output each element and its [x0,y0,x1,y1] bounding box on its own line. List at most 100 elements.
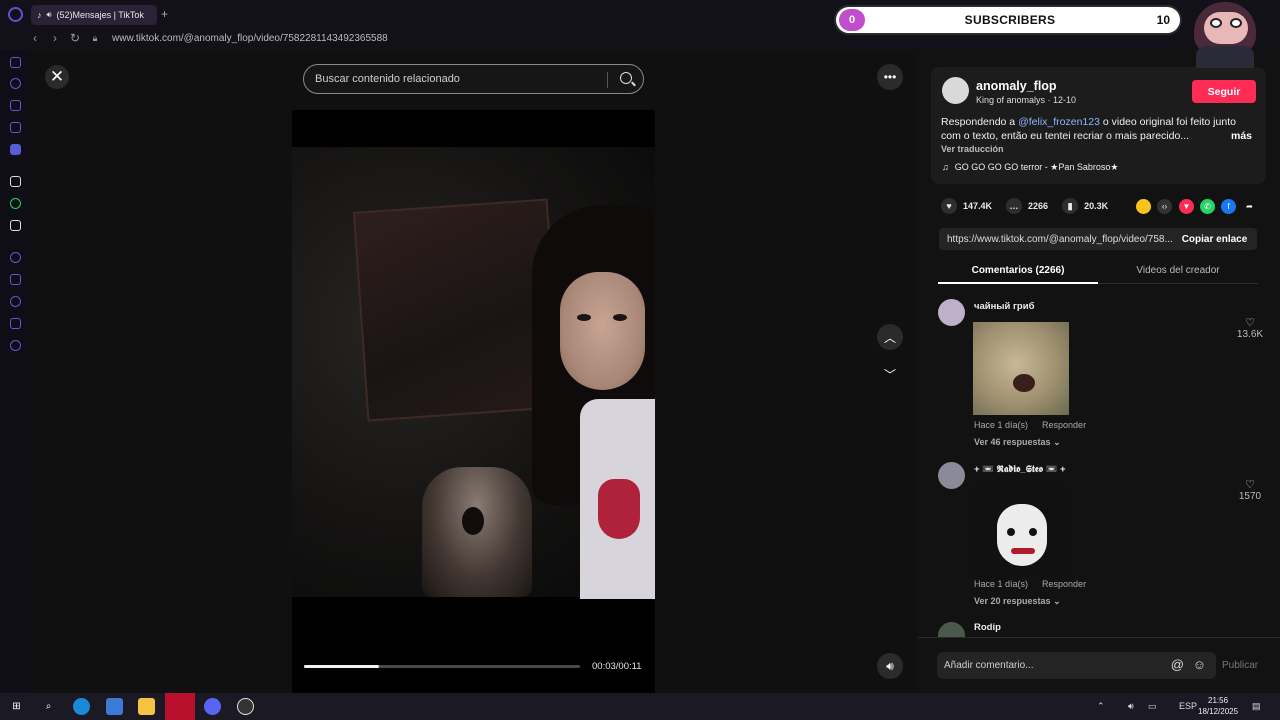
more-link[interactable]: más [1231,130,1252,142]
sidebar-whatsapp-icon[interactable] [10,198,21,209]
like-icon[interactable]: ♥ [941,198,957,214]
comment-author[interactable]: Rodip [974,622,1001,633]
tab-comments[interactable]: Comentarios (2266) [938,262,1098,284]
heart-icon: ♡ [1245,317,1255,329]
tray-language[interactable]: ESP [1179,701,1197,711]
video-figure-ghost [422,467,532,597]
video-figure-eye [613,314,627,321]
comment-count: 2266 [1028,201,1049,211]
comment-like[interactable]: ♡ 13.6K [1230,316,1270,340]
notification-icon[interactable]: ▤ [1252,701,1261,712]
sidebar-extension-icon[interactable] [10,318,21,329]
post-stats: ♥ 147.4K … 2266 ▮ 20.3K [941,198,1108,214]
video-player[interactable] [292,110,655,693]
translate-link[interactable]: Ver traducción [941,144,1004,154]
bookmark-icon[interactable]: ▮ [1062,198,1079,214]
comment-author[interactable]: чайный гриб [974,301,1034,312]
music-title: GO GO GO GO terror - ★Pan Sabroso★ [954,162,1119,172]
edge-browser-icon[interactable] [73,698,90,715]
sidebar-notes-icon[interactable] [10,122,21,133]
sidebar-x-icon[interactable] [10,220,21,231]
previous-video-icon[interactable]: ︿ [877,324,903,350]
comment-avatar[interactable] [938,462,965,489]
forward-icon[interactable]: › [50,31,60,45]
url-text[interactable]: www.tiktok.com/@anomaly_flop/video/75822… [112,33,388,44]
search-divider [607,72,608,88]
comment-like[interactable]: ♡ 1570 [1230,478,1270,502]
search-icon[interactable] [620,72,632,84]
reply-button[interactable]: Responder [1042,420,1086,430]
file-explorer-icon[interactable] [138,698,155,715]
sidebar-tiktok-icon[interactable] [10,176,21,187]
comment-image[interactable] [973,322,1069,415]
reload-icon[interactable]: ↻ [70,31,80,45]
mention-icon[interactable]: @ [1171,657,1184,672]
obs-icon[interactable] [237,698,254,715]
sidebar-panel-icon[interactable] [10,57,21,68]
streamer-avatar-overlay [1186,0,1262,70]
windows-start-icon[interactable]: ⊞ [8,698,25,715]
address-bar[interactable]: ‹ › ↻ 🔒︎ www.tiktok.com/@anomaly_flop/vi… [30,29,388,47]
reply-button[interactable]: Responder [1042,579,1086,589]
mention-link[interactable]: @felix_frozen123 [1018,116,1100,128]
comment-image-mouth [1011,548,1035,554]
sidebar-bookmark-icon[interactable] [10,100,21,111]
opera-icon[interactable] [165,693,195,720]
tab-title: (52)Mensajes | TikTok [56,10,144,20]
taskbar-search-icon[interactable]: ⌕ [40,698,57,715]
tray-volume-icon[interactable]: 🔊︎ [1128,701,1134,712]
more-options-icon[interactable]: ••• [877,64,903,90]
follow-button[interactable]: Seguir [1192,80,1256,103]
tab-creator-videos[interactable]: Videos del creador [1098,262,1258,284]
send-share-icon[interactable]: ▼ [1179,199,1194,214]
browser-tab[interactable]: ♪ 🔊︎ (52)Mensajes | TikTok [31,5,157,25]
music-note-icon: ♫ [942,162,949,172]
chevron-down-icon: ⌄ [1053,596,1061,606]
tray-chevron-icon[interactable]: ⌃ [1097,701,1105,712]
publish-button[interactable]: Publicar [1222,660,1258,671]
search-placeholder: Buscar contenido relacionado [315,73,460,85]
embed-icon[interactable]: ‹› [1157,199,1172,214]
comment-author[interactable]: + 📼 𝕽𝖆𝖉𝖎𝖔_𝕾𝖙𝖊𝖔 📼 + [974,464,1066,475]
taskbar-clock[interactable]: 21:56 18/12/2025 [1198,695,1238,717]
author-avatar[interactable] [942,77,969,104]
comment-image[interactable] [973,484,1069,577]
author-username[interactable]: anomaly_flop [976,79,1057,93]
coin-share-icon[interactable] [1136,199,1151,214]
video-progress-bar[interactable] [304,665,580,668]
video-shirt-strawberry [598,479,640,539]
view-replies-label: Ver 20 respuestas [974,596,1051,606]
comment-placeholder: Añadir comentario... [944,660,1034,671]
video-time: 00:03/00:11 [592,661,642,672]
close-icon[interactable]: ✕ [45,65,69,89]
sidebar-pin-icon[interactable] [10,274,21,285]
back-icon[interactable]: ‹ [30,31,40,45]
sidebar-settings-icon[interactable] [10,340,21,351]
discord-icon[interactable] [204,698,221,715]
more-share-icon[interactable]: ➦ [1242,199,1257,214]
browser-logo-icon[interactable] [8,7,23,22]
related-search-input[interactable]: Buscar contenido relacionado [303,64,644,94]
sidebar-spotify-icon[interactable] [10,252,21,263]
new-tab-button[interactable]: + [161,7,168,21]
view-replies-button[interactable]: Ver 20 respuestas ⌄ [974,596,1061,607]
comment-icon[interactable]: … [1006,198,1023,214]
mascot-eye [1210,18,1222,28]
music-info[interactable]: ♫ GO GO GO GO terror - ★Pan Sabroso★ [942,162,1118,173]
sidebar-history-icon[interactable] [10,78,21,89]
copy-link-button[interactable]: Copiar enlace [1172,228,1257,250]
like-count: 147.4K [963,201,993,211]
facebook-share-icon[interactable]: f [1221,199,1236,214]
volume-icon[interactable]: 🔊︎ [877,653,903,679]
comment-input[interactable]: Añadir comentario... @ ☺ [937,652,1216,679]
view-replies-button[interactable]: Ver 46 respuestas ⌄ [974,437,1061,448]
tray-network-icon[interactable]: ▭ [1148,701,1157,712]
next-video-icon[interactable]: ﹀ [877,361,903,387]
sidebar-clock-icon[interactable] [10,296,21,307]
store-icon[interactable] [106,698,123,715]
whatsapp-share-icon[interactable]: ✆ [1200,199,1215,214]
save-count: 20.3K [1084,201,1109,211]
emoji-icon[interactable]: ☺ [1193,657,1206,672]
comment-avatar[interactable] [938,299,965,326]
sidebar-mail-icon[interactable] [10,144,21,155]
